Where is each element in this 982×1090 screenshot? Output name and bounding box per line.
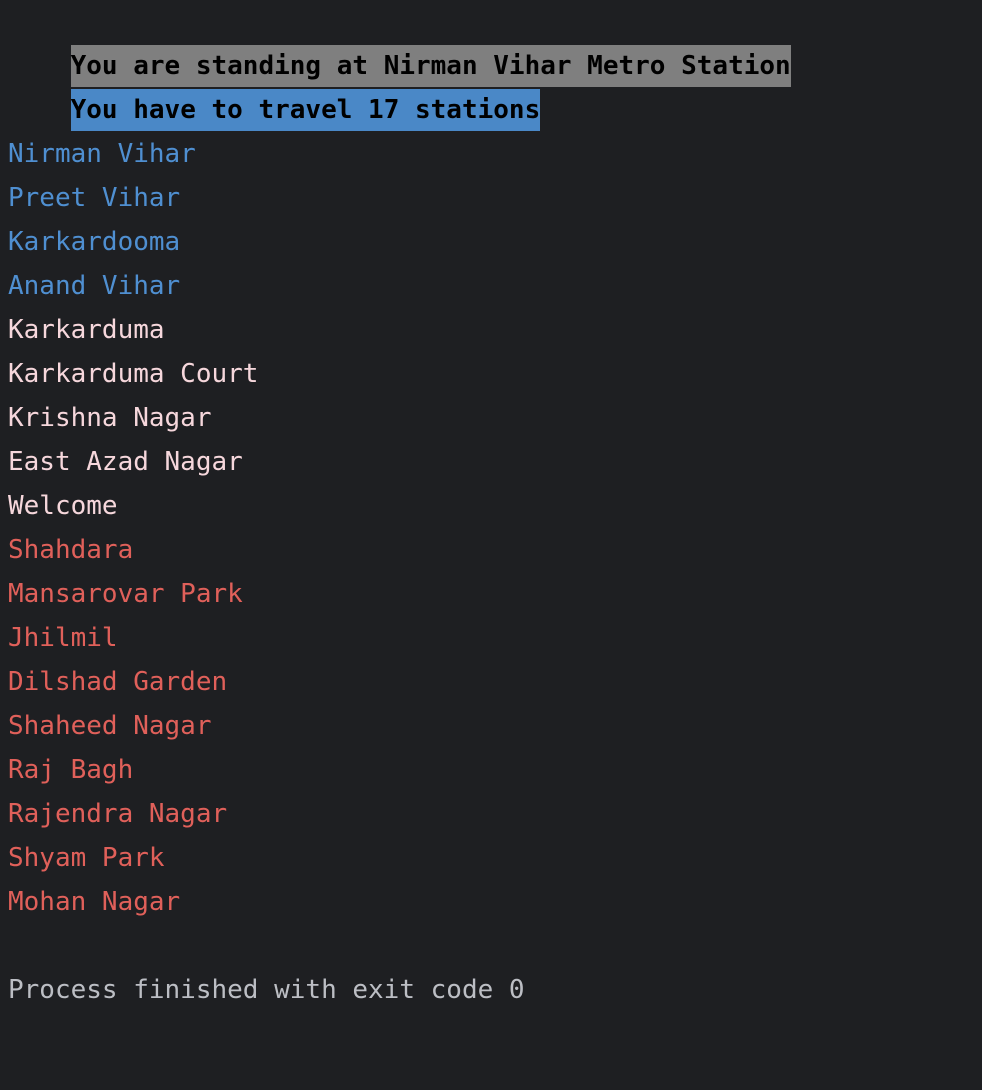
station-count-message: You have to travel 17 stations	[70, 89, 541, 131]
station-line: Karkarduma Court	[8, 359, 259, 389]
station-line: East Azad Nagar	[8, 447, 243, 477]
station-line: Mansarovar Park	[8, 579, 243, 609]
location-message: You are standing at Nirman Vihar Metro S…	[70, 45, 791, 87]
station-line: Mohan Nagar	[8, 887, 181, 917]
process-exit-message: Process finished with exit code 0	[8, 975, 525, 1005]
station-line: Shaheed Nagar	[8, 711, 212, 741]
station-line: Krishna Nagar	[8, 403, 212, 433]
station-line: Raj Bagh	[8, 755, 134, 785]
station-line: Rajendra Nagar	[8, 799, 228, 829]
header-line-1: You are standing at Nirman Vihar Metro S…	[8, 0, 982, 87]
station-line: Shahdara	[8, 535, 134, 565]
station-list: Nirman Vihar Preet Vihar Karkardooma Anand …	[8, 132, 982, 924]
station-line: Karkarduma	[8, 315, 165, 345]
station-line: Preet Vihar	[8, 183, 181, 213]
run-console-output: You are standing at Nirman Vihar Metro S…	[0, 0, 982, 1012]
station-line: Nirman Vihar	[8, 139, 196, 169]
station-line: Shyam Park	[8, 843, 165, 873]
station-line: Anand Vihar	[8, 271, 181, 301]
station-line: Welcome	[8, 491, 118, 521]
station-line: Karkardooma	[8, 227, 181, 257]
station-line: Dilshad Garden	[8, 667, 228, 697]
station-line: Jhilmil	[8, 623, 118, 653]
